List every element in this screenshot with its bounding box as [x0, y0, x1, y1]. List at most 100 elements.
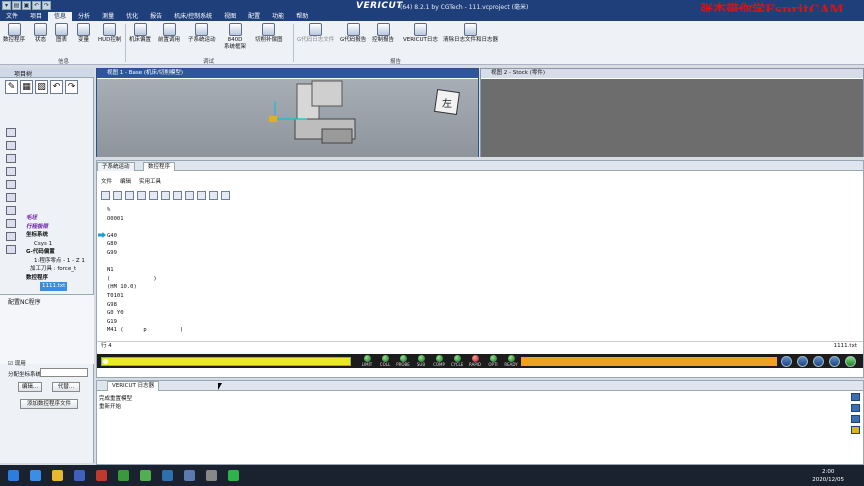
- view-2-viewport[interactable]: [481, 79, 863, 157]
- progress-knob[interactable]: [103, 359, 108, 364]
- menu-optimize[interactable]: 优化: [120, 12, 144, 21]
- simulation-progress-bar[interactable]: [101, 357, 351, 366]
- save-icon[interactable]: [101, 191, 110, 200]
- menu-function[interactable]: 功能: [266, 12, 290, 21]
- editor-menu-file[interactable]: 文件: [101, 177, 112, 185]
- stop-icon[interactable]: [829, 356, 840, 367]
- view-cube-label[interactable]: 左: [442, 97, 452, 110]
- status-button[interactable]: 状态: [34, 23, 47, 44]
- assign-csys-select[interactable]: [40, 368, 88, 377]
- vericut-taskbar-icon[interactable]: [162, 470, 173, 481]
- tab-subsystem-motion[interactable]: 子系统运动: [97, 162, 135, 171]
- split-view-icon[interactable]: [173, 191, 182, 200]
- outdent-icon[interactable]: [197, 191, 206, 200]
- pencil-icon[interactable]: ✎: [5, 80, 18, 94]
- clear-log-button[interactable]: 清除日志文件和日志器: [443, 23, 498, 44]
- log-check-icon[interactable]: [851, 404, 860, 412]
- start-icon[interactable]: [8, 470, 19, 481]
- save-as-icon[interactable]: [113, 191, 122, 200]
- menu-info[interactable]: 信息: [48, 12, 73, 21]
- nc-file-icon[interactable]: [6, 245, 16, 254]
- preset-call-button[interactable]: 前置调用: [158, 23, 180, 44]
- log-clear-icon[interactable]: [851, 393, 860, 401]
- logger-tab[interactable]: VERICUT 日志器: [107, 381, 160, 391]
- tree-item-nc-programs[interactable]: 数控程序: [26, 274, 92, 283]
- indent-icon[interactable]: [185, 191, 194, 200]
- undo-icon[interactable]: ↶: [50, 80, 63, 94]
- part-icon[interactable]: [6, 167, 16, 176]
- view-1-viewport[interactable]: 左: [97, 79, 478, 157]
- code-line[interactable]: [107, 258, 847, 267]
- code-line[interactable]: G99: [107, 249, 847, 258]
- redo-icon[interactable]: ↷: [65, 80, 78, 94]
- setup-icon[interactable]: ▧: [35, 80, 48, 94]
- undo-icon[interactable]: [149, 191, 158, 200]
- code-line[interactable]: M41 ( p ): [107, 326, 847, 335]
- code-line[interactable]: G0 Y0: [107, 309, 847, 318]
- search-icon[interactable]: [137, 191, 146, 200]
- code-line[interactable]: T0101: [107, 292, 847, 301]
- edge-icon[interactable]: [30, 470, 41, 481]
- app-icon[interactable]: [96, 470, 107, 481]
- tree-item-csys1[interactable]: Csys 1: [26, 240, 92, 249]
- app-icon[interactable]: [74, 470, 85, 481]
- folder-icon[interactable]: [52, 470, 63, 481]
- offset-icon[interactable]: [6, 232, 16, 241]
- code-line[interactable]: %: [107, 206, 847, 215]
- app-menu-icon[interactable]: ▾: [2, 1, 11, 10]
- log-filter-icon[interactable]: [851, 415, 860, 423]
- print-icon[interactable]: [161, 191, 170, 200]
- menu-machine-control[interactable]: 机床/控制系统: [168, 12, 218, 21]
- code-line[interactable]: O0001: [107, 215, 847, 224]
- menu-view[interactable]: 视图: [218, 12, 242, 21]
- hud-control-button[interactable]: HUD控制: [98, 23, 121, 44]
- variables-button[interactable]: 变量: [77, 23, 90, 44]
- gcode-log-file-button[interactable]: G代码日志文件: [297, 23, 334, 44]
- clock[interactable]: 2:00 2020/12/05: [812, 468, 844, 484]
- menu-report[interactable]: 报告: [144, 12, 168, 21]
- app-icon[interactable]: [140, 470, 151, 481]
- pause-icon[interactable]: [813, 356, 824, 367]
- menu-file[interactable]: 文件: [0, 12, 24, 21]
- code-line[interactable]: ( ): [107, 275, 847, 284]
- code-line[interactable]: N1: [107, 266, 847, 275]
- uncomment-icon[interactable]: [221, 191, 230, 200]
- axis-icon[interactable]: [6, 193, 16, 202]
- tree-item-nc-file[interactable]: 1111.txt: [40, 282, 68, 291]
- machine-offset-button[interactable]: 机床偏置: [129, 23, 151, 44]
- tool-icon[interactable]: [6, 128, 16, 137]
- active-checkbox[interactable]: ☑ 现用: [8, 359, 26, 367]
- chart-button[interactable]: 图表: [55, 23, 68, 44]
- save-icon[interactable]: ▣: [22, 1, 31, 10]
- vericut-log-taskbar-icon[interactable]: [184, 470, 195, 481]
- vericut-log-button[interactable]: VERICUT日志: [403, 23, 438, 44]
- menu-help[interactable]: 帮助: [290, 12, 314, 21]
- 840d-frame-button[interactable]: 840D 系统框架: [224, 23, 246, 51]
- edit-button[interactable]: 编辑...: [18, 382, 42, 392]
- menu-analysis[interactable]: 分析: [72, 12, 96, 21]
- subsystem-motion-button[interactable]: 子系统运动: [188, 23, 216, 44]
- editor-menu-edit[interactable]: 编辑: [120, 177, 131, 185]
- code-line[interactable]: (HM 10.0): [107, 283, 847, 292]
- tree-item-stock[interactable]: 毛坯: [26, 214, 92, 223]
- menu-project[interactable]: 项目: [24, 12, 48, 21]
- tab-nc-program[interactable]: 数控程序: [143, 162, 176, 171]
- control-report-button[interactable]: 控制报告: [372, 23, 394, 44]
- edit-icon[interactable]: [125, 191, 134, 200]
- tree-item-travel-limit[interactable]: 行程极限: [26, 223, 92, 232]
- animation-speed-bar[interactable]: [521, 357, 777, 366]
- play-icon[interactable]: [845, 356, 856, 367]
- tree-item-program-zero[interactable]: 1:程序零点 - 1 - Z 1: [26, 257, 92, 266]
- app-icon[interactable]: [118, 470, 129, 481]
- menu-measure[interactable]: 测量: [96, 12, 120, 21]
- gcode-report-button[interactable]: G代码报告: [340, 23, 366, 44]
- code-line[interactable]: G80: [107, 240, 847, 249]
- reset-icon[interactable]: [781, 356, 792, 367]
- tree-item-csys[interactable]: 坐标系统: [26, 231, 92, 240]
- stock-icon[interactable]: [6, 141, 16, 150]
- add-nc-program-button[interactable]: 添加数控程序文件: [20, 399, 78, 409]
- csys-icon[interactable]: [6, 219, 16, 228]
- cutter-comp-button[interactable]: 切削补偿图: [255, 23, 283, 44]
- app-icon[interactable]: [206, 470, 217, 481]
- code-line[interactable]: G98: [107, 301, 847, 310]
